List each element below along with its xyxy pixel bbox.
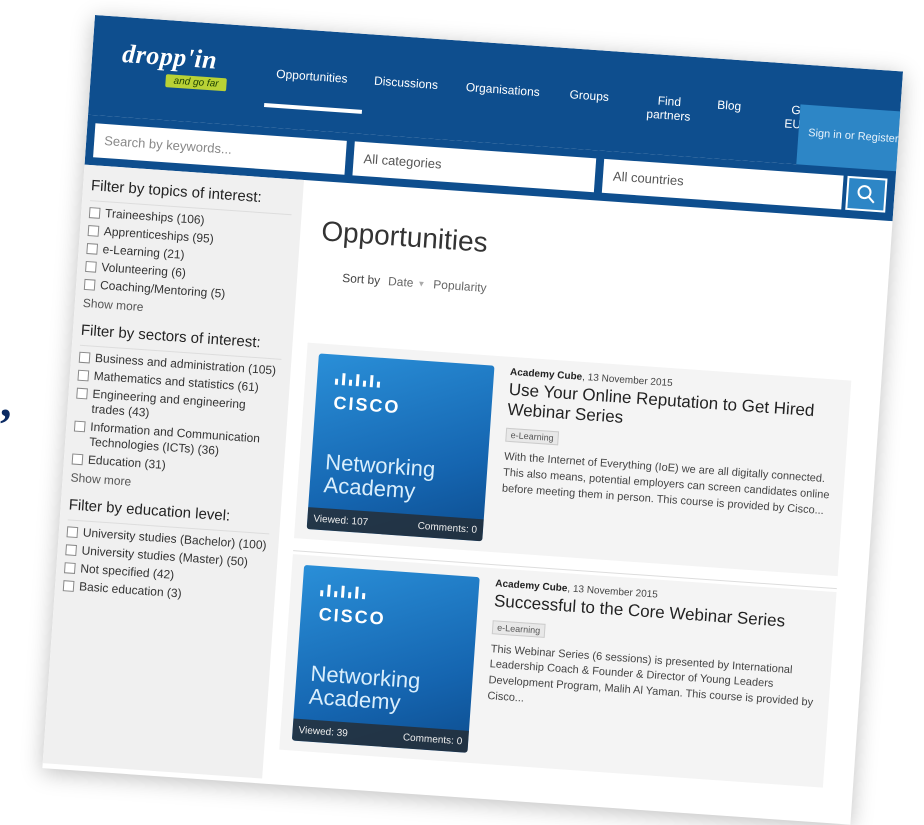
opportunities-list: Opportunities Sort by Date ▼ Popularity … xyxy=(277,181,877,819)
dropin-logo[interactable]: dropp'in and go far xyxy=(119,39,243,107)
opportunity-card[interactable]: CISCO Networking Academy Viewed: 39 Comm… xyxy=(279,554,837,788)
checkbox[interactable] xyxy=(65,544,77,557)
nav-discussions[interactable]: Discussions xyxy=(362,74,457,120)
card-excerpt: With the Internet of Everything (IoE) we… xyxy=(501,450,830,518)
cisco-networking-academy-image[interactable]: CISCO Networking Academy Viewed: 39 Comm… xyxy=(291,564,480,753)
search-icon xyxy=(857,185,875,204)
card-excerpt: This Webinar Series (6 sessions) is pres… xyxy=(487,642,814,710)
checkbox[interactable] xyxy=(71,453,84,466)
checkbox[interactable] xyxy=(85,260,97,273)
views-count: Viewed: 107 xyxy=(313,512,369,528)
filter-label: Basic education (3) xyxy=(78,579,183,601)
sort-label: Sort by xyxy=(341,270,381,288)
category-select[interactable]: All categories xyxy=(352,141,597,193)
sort-popularity-option[interactable]: Popularity xyxy=(433,277,487,295)
card-body: Academy Cube, 13 November 2015 Use Your … xyxy=(501,367,839,521)
sort-date-label: Date xyxy=(387,274,414,290)
cisco-logo-icon xyxy=(334,373,381,388)
filter-sidebar: Filter by topics of interest: Traineeshi… xyxy=(42,164,305,779)
checkbox[interactable] xyxy=(73,420,86,433)
networking-academy-text: Networking Academy xyxy=(308,661,421,716)
filter-label: e-Learning (21) xyxy=(102,242,186,262)
checkbox[interactable] xyxy=(62,580,75,592)
logo-tagline: and go far xyxy=(165,74,227,92)
cisco-brand-text: CISCO xyxy=(332,392,402,418)
checkbox[interactable] xyxy=(76,387,88,400)
networking-academy-text: Networking Academy xyxy=(323,449,436,504)
logo-text: dropp'in xyxy=(121,39,219,75)
nav-organisations[interactable]: Organisations xyxy=(454,80,561,127)
country-select[interactable]: All countries xyxy=(601,158,844,210)
checkbox[interactable] xyxy=(83,278,96,291)
cisco-logo-icon xyxy=(320,584,366,600)
nav-groups[interactable]: Groups xyxy=(557,87,632,133)
checkbox[interactable] xyxy=(63,562,76,574)
cisco-networking-academy-image[interactable]: CISCO Networking Academy Viewed: 107 Com… xyxy=(306,353,495,542)
quote-mark: , xyxy=(0,375,12,426)
checkbox[interactable] xyxy=(88,207,101,219)
card-stats: Viewed: 39 Comments: 0 xyxy=(291,718,469,753)
comments-count: Comments: 0 xyxy=(402,731,463,747)
filter-label: Volunteering (6) xyxy=(100,260,187,280)
nav-opportunities[interactable]: Opportunities xyxy=(263,67,365,114)
card-stats: Viewed: 107 Comments: 0 xyxy=(306,507,484,542)
checkbox[interactable] xyxy=(66,526,79,539)
category-tag[interactable]: e-Learning xyxy=(491,619,546,638)
nav-find-partners[interactable]: Find partners xyxy=(629,93,708,138)
checkbox[interactable] xyxy=(87,225,100,237)
opportunity-card[interactable]: CISCO Networking Academy Viewed: 107 Com… xyxy=(293,342,852,577)
comments-count: Comments: 0 xyxy=(417,520,478,536)
checkbox[interactable] xyxy=(78,351,91,364)
filter-label: Education (31) xyxy=(87,452,167,473)
topics-filter-title: Filter by topics of interest: xyxy=(90,177,263,207)
sectors-filter-title: Filter by sectors of interest: xyxy=(80,321,262,352)
cisco-brand-text: CISCO xyxy=(318,604,387,629)
sort-date-option[interactable]: Date ▼ xyxy=(388,274,426,291)
caret-down-icon: ▼ xyxy=(417,278,426,289)
checkbox[interactable] xyxy=(86,243,99,255)
website-screenshot: dropp'in and go far Opportunities Discus… xyxy=(42,15,904,825)
nav-blog[interactable]: Blog xyxy=(705,98,770,142)
education-filter-title: Filter by education level: xyxy=(68,496,231,525)
views-count: Viewed: 39 xyxy=(298,724,349,739)
card-body: Academy Cube, 13 November 2015 Successfu… xyxy=(487,578,825,728)
search-button[interactable] xyxy=(845,175,888,213)
category-tag[interactable]: e-Learning xyxy=(505,427,560,446)
checkbox[interactable] xyxy=(77,369,90,382)
